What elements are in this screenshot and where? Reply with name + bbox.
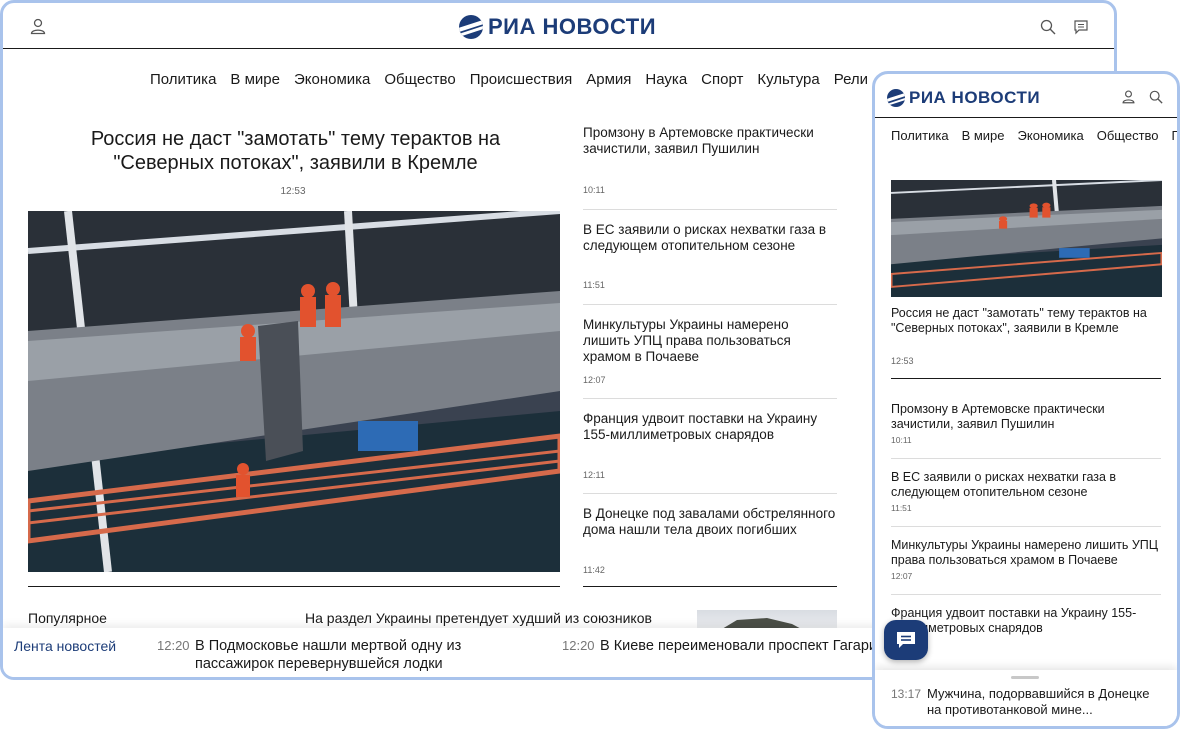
divider (583, 209, 837, 210)
news-item-title: Минкультуры Украины намерено лишить УПЦ … (891, 538, 1158, 567)
chat-bubble-icon (897, 632, 915, 648)
news-item[interactable]: В ЕС заявили о рисках нехватки газа в сл… (583, 222, 837, 254)
main-article-time: 12:53 (891, 356, 914, 366)
divider (583, 304, 837, 305)
news-item-title: В ЕС заявили о рисках нехватки газа в сл… (583, 222, 827, 253)
mobile-news-ticker: 13:17 Мужчина, подорвавшийся в Донецке н… (875, 670, 1177, 726)
nav-item-science[interactable]: Наука (645, 71, 687, 88)
nav-item-politics[interactable]: Политика (150, 71, 216, 88)
mobile-frame: РИА НОВОСТИ Политика В мире Экономика Об… (872, 71, 1180, 729)
logo-globe-icon (459, 15, 483, 39)
main-article-photo[interactable] (28, 211, 560, 572)
user-icon[interactable] (29, 17, 47, 35)
main-article-time: 12:53 (280, 186, 306, 197)
nav-item-incidents[interactable]: П (1172, 128, 1177, 143)
popular-label: Популярное (28, 610, 107, 626)
search-icon[interactable] (1040, 19, 1056, 35)
site-logo[interactable]: РИА НОВОСТИ (459, 14, 656, 40)
mobile-header: РИА НОВОСТИ (875, 74, 1177, 118)
logo-text: РИА НОВОСТИ (488, 14, 657, 39)
logo-globe-icon (887, 89, 905, 107)
site-logo[interactable]: РИА НОВОСТИ (887, 88, 1040, 108)
nav-item-world[interactable]: В мире (230, 71, 280, 88)
nav-item-world[interactable]: В мире (962, 128, 1005, 143)
news-item[interactable]: Промзону в Артемовске практически зачист… (891, 402, 1161, 445)
divider (891, 526, 1161, 527)
nav-item-society[interactable]: Общество (384, 71, 455, 88)
nav-item-society[interactable]: Общество (1097, 128, 1159, 143)
nav-item-incidents[interactable]: Происшествия (470, 71, 573, 88)
news-item-time: 12:07 (891, 571, 913, 581)
main-article-photo[interactable] (891, 180, 1162, 297)
news-item[interactable]: Минкультуры Украины намерено лишить УПЦ … (583, 317, 837, 365)
news-item-time: 10:11 (583, 185, 605, 195)
ticker-item-text[interactable]: В Подмосковье нашли мертвой одну из пасса… (195, 637, 461, 673)
news-item-time: 11:51 (583, 280, 605, 290)
news-item-title: Промзону в Артемовске практически зачист… (891, 402, 1105, 431)
chat-button[interactable] (884, 620, 928, 660)
news-item-title: Франция удвоит поставки на Украину 155-м… (891, 606, 1137, 635)
popular-headline[interactable]: На раздел Украины претендует худший из с… (305, 610, 652, 626)
divider (891, 594, 1161, 595)
news-item-time: 11:42 (583, 565, 605, 575)
nav-item-sport[interactable]: Спорт (701, 71, 743, 88)
divider (891, 378, 1161, 379)
news-item-title: Промзону в Артемовске практически зачист… (583, 125, 814, 156)
main-article-title[interactable]: Россия не даст "замотать" тему терактов … (63, 127, 528, 175)
news-item-title: В Донецке под завалами обстрелянного дом… (583, 506, 836, 537)
news-item[interactable]: В ЕС заявили о рисках нехватки газа в сл… (891, 470, 1161, 513)
user-icon[interactable] (1121, 89, 1136, 104)
main-nav: Политика В мире Экономика Общество Проис… (150, 71, 868, 88)
divider (891, 458, 1161, 459)
news-item-time: 11:51 (891, 503, 912, 513)
logo-text: РИА НОВОСТИ (909, 88, 1041, 107)
ticker-item-time: 12:20 (562, 638, 595, 653)
divider (583, 586, 837, 587)
nav-item-culture[interactable]: Культура (757, 71, 819, 88)
news-item-title: Минкультуры Украины намерено лишить УПЦ … (583, 317, 791, 364)
news-item-title: В ЕС заявили о рисках нехватки газа в сл… (891, 470, 1117, 499)
main-article-title[interactable]: Россия не даст "замотать" тему терактов … (891, 306, 1166, 336)
news-item[interactable]: Франция удвоит поставки на Украину 155-м… (583, 411, 837, 443)
nav-item-politics[interactable]: Политика (891, 128, 949, 143)
divider (583, 493, 837, 494)
chat-icon[interactable] (1073, 19, 1089, 35)
nav-item-economy[interactable]: Экономика (1018, 128, 1084, 143)
divider (583, 398, 837, 399)
news-item-time: 12:07 (583, 375, 606, 385)
search-icon[interactable] (1149, 90, 1163, 104)
nav-item-economy[interactable]: Экономика (294, 71, 370, 88)
news-item[interactable]: Минкультуры Украины намерено лишить УПЦ … (891, 538, 1161, 581)
news-item-time: 10:11 (891, 435, 912, 445)
news-item-title: Франция удвоит поставки на Украину 155-м… (583, 411, 818, 442)
news-item[interactable]: В Донецке под завалами обстрелянного дом… (583, 506, 837, 538)
news-item-time: 12:11 (583, 470, 605, 480)
nav-item-religion[interactable]: Рели (834, 71, 868, 88)
nav-item-army[interactable]: Армия (586, 71, 631, 88)
news-item[interactable]: Франция удвоит поставки на Украину 155-м… (891, 606, 1161, 636)
site-header: РИА НОВОСТИ (3, 3, 1114, 49)
divider (28, 586, 560, 587)
ticker-label[interactable]: Лента новостей (14, 638, 116, 654)
news-item[interactable]: Промзону в Артемовске практически зачист… (583, 125, 837, 157)
mobile-nav: Политика В мире Экономика Общество П (891, 128, 1177, 143)
ticker-item-text[interactable]: Мужчина, подорвавшийся в Донецке на прот… (927, 686, 1167, 718)
drag-handle[interactable] (1011, 676, 1039, 679)
ticker-item-time: 12:20 (157, 638, 190, 653)
ticker-item-time: 13:17 (891, 687, 922, 701)
ticker-item-text[interactable]: В Киеве переименовали проспект Гагари (600, 637, 877, 655)
